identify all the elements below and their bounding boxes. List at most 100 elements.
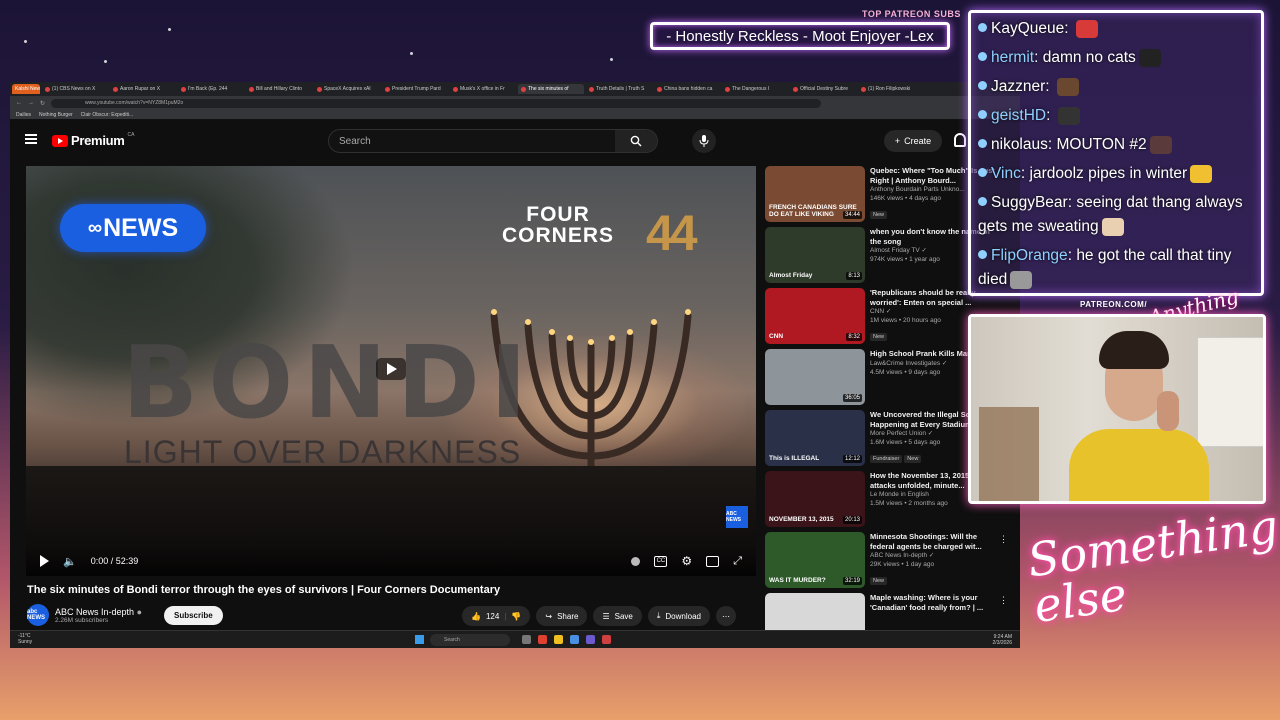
windows-start-icon[interactable] — [415, 635, 424, 644]
like-count: 124 — [485, 611, 500, 621]
browser-tab[interactable]: The Dangerous I — [722, 84, 788, 94]
tab-label: President Trump Pard — [392, 86, 441, 92]
chat-badge-icon — [978, 197, 987, 206]
bookmark-item[interactable]: Clair Obscur: Expediti... — [81, 112, 134, 118]
browser-tab[interactable]: Bill and Hillary Clinto — [246, 84, 312, 94]
browser-tab[interactable]: The six minutes of — [518, 84, 584, 94]
reload-icon[interactable]: ↻ — [40, 100, 45, 107]
bookmark-item[interactable]: Dailies — [16, 112, 31, 118]
subscribe-button[interactable]: Subscribe — [164, 605, 223, 625]
browser-tab[interactable]: President Trump Pard — [382, 84, 448, 94]
time-display: 0:00 / 52:39 — [90, 556, 139, 566]
bookmark-item[interactable]: Nothing Burger — [39, 112, 73, 118]
save-icon: ☰ — [602, 611, 610, 621]
recommended-video[interactable]: WAS IT MURDER? 32:19 Minnesota Shootings: … — [765, 532, 1010, 593]
save-button[interactable]: ☰ Save — [593, 606, 642, 626]
taskbar-app-icon[interactable] — [602, 635, 611, 644]
url-field[interactable]: www.youtube.com/watch?v=NYZ8M1puM2o — [51, 98, 822, 108]
browser-tab[interactable]: Kalshi News — [12, 84, 40, 94]
menu-icon[interactable] — [25, 134, 37, 144]
browser-tab[interactable]: Official Destiny Subre — [790, 84, 856, 94]
thumbnail-text: This is ILLEGAL — [769, 455, 820, 462]
abc-corner-badge: ABC NEWS — [726, 506, 748, 528]
search-button[interactable] — [615, 130, 657, 152]
browser-tab[interactable]: (1) Ron Filipkowski — [858, 84, 924, 94]
taskbar-app-icon[interactable] — [522, 635, 531, 644]
theater-mode-icon[interactable] — [706, 555, 720, 567]
taskbar-app-icon[interactable] — [538, 635, 547, 644]
chat-badge-icon — [978, 168, 987, 177]
more-actions-button[interactable]: ⋯ — [715, 606, 736, 626]
back-icon[interactable]: ← — [16, 100, 22, 106]
thumbnail-text: NOVEMBER 13, 2015 — [769, 516, 834, 523]
recommended-video-title[interactable]: Maple washing: Where is your 'Canadian' … — [870, 593, 1002, 612]
chat-message: hermit: damn no cats — [978, 46, 1254, 70]
browser-tab[interactable]: I'm Back (Ep. 244 — [178, 84, 244, 94]
thumbnail-text: WAS IT MURDER? — [769, 577, 826, 584]
video-duration: 36:05 — [842, 394, 862, 402]
video-thumbnail[interactable]: This is ILLEGAL 12:12 — [765, 410, 865, 466]
more-options-icon[interactable]: ⋮ — [999, 595, 1008, 606]
fullscreen-icon[interactable]: ⤢ — [733, 555, 742, 568]
download-button[interactable]: ⤓ Download — [647, 606, 710, 626]
recommended-video-channel[interactable]: ABC News In-depth ✓ — [870, 551, 1002, 560]
youtube-logo[interactable]: Premium CA — [52, 132, 134, 148]
tab-label: I'm Back (Ep. 244 — [188, 86, 228, 92]
browser-tab[interactable]: (1) CBS News on X — [42, 84, 108, 94]
notifications-icon[interactable] — [954, 133, 966, 147]
autoplay-toggle[interactable] — [631, 556, 641, 566]
captions-icon[interactable]: CC — [654, 555, 668, 567]
forward-icon[interactable]: → — [28, 100, 34, 106]
channel-avatar[interactable]: abc NEWS — [27, 604, 49, 626]
video-thumbnail[interactable]: CNN 8:32 — [765, 288, 865, 344]
taskbar-app-icon[interactable] — [570, 635, 579, 644]
recommended-video-title[interactable]: Minnesota Shootings: Will the federal ag… — [870, 532, 1002, 551]
weather-widget[interactable]: -11°C Sunny — [18, 633, 32, 645]
taskbar-app-icon[interactable] — [586, 635, 595, 644]
volume-icon[interactable]: 🔈 — [63, 555, 77, 568]
video-thumbnail[interactable]: NOVEMBER 13, 2015 20:13 — [765, 471, 865, 527]
streamer-hand — [1157, 391, 1179, 431]
chat-message: nikolaus: MOUTON #2 — [978, 133, 1254, 157]
video-thumbnail[interactable]: WAS IT MURDER? 32:19 — [765, 532, 865, 588]
background-chair — [979, 407, 1039, 501]
top-patreon-names: - Honestly Reckless - Moot Enjoyer -Lex — [650, 22, 950, 50]
video-player[interactable]: ∞ NEWS FOUR CORNERS 44 BONDI LIGHT OVER … — [26, 166, 756, 576]
browser-tab[interactable]: Aaron Rupar on X — [110, 84, 176, 94]
search-input[interactable]: Search — [328, 129, 658, 153]
chat-emote-icon — [1101, 217, 1124, 236]
video-thumbnail[interactable]: 36:05 — [765, 349, 865, 405]
like-button[interactable]: 👍 124 | 👎 — [462, 606, 531, 626]
video-thumbnail[interactable]: Almost Friday 8:13 — [765, 227, 865, 283]
background-cabinet — [1197, 337, 1263, 447]
play-icon[interactable] — [40, 555, 49, 567]
voice-search-button[interactable] — [692, 129, 716, 153]
abc-news-badge: ∞ NEWS — [60, 204, 206, 252]
search-icon — [630, 135, 642, 147]
browser-tab[interactable]: Truth Details | Truth S — [586, 84, 652, 94]
windows-taskbar: -11°C Sunny Search 9:24 AM 2/3/2026 — [10, 630, 1020, 648]
thumbs-down-icon[interactable]: 👎 — [511, 612, 521, 621]
taskbar-app-icon[interactable] — [554, 635, 563, 644]
create-button[interactable]: + Create — [884, 130, 942, 152]
chat-username: hermit — [991, 49, 1035, 66]
sky-star — [610, 58, 613, 61]
recommended-video-meta: 29K views • 1 day ago — [870, 561, 935, 568]
chat-username: nikolaus — [991, 136, 1048, 153]
browser-tab[interactable]: SpaceX Acquires xAI — [314, 84, 380, 94]
tab-strip: Kalshi News (1) CBS News on X Aaron Rupar … — [10, 82, 1020, 96]
sky-star — [104, 60, 107, 63]
tab-label: Truth Details | Truth S — [596, 86, 645, 92]
browser-tab[interactable]: Musk's X office in Fr — [450, 84, 516, 94]
more-options-icon[interactable]: ⋮ — [999, 534, 1008, 545]
center-play-button[interactable] — [376, 358, 406, 380]
taskbar-search[interactable]: Search — [430, 634, 510, 646]
browser-window: Kalshi News (1) CBS News on X Aaron Rupar … — [10, 82, 1020, 648]
channel-name[interactable]: ABC News In-depth ● — [55, 607, 142, 617]
chat-username: FlipOrange — [991, 247, 1068, 264]
video-thumbnail[interactable]: FRENCH CANADIANS SURE DO EAT LIKE VIKING… — [765, 166, 865, 222]
sky-star — [168, 28, 171, 31]
browser-tab[interactable]: China bans hidden ca — [654, 84, 720, 94]
settings-icon[interactable]: ⚙ — [681, 554, 692, 568]
share-button[interactable]: ↪ Share — [536, 606, 588, 626]
